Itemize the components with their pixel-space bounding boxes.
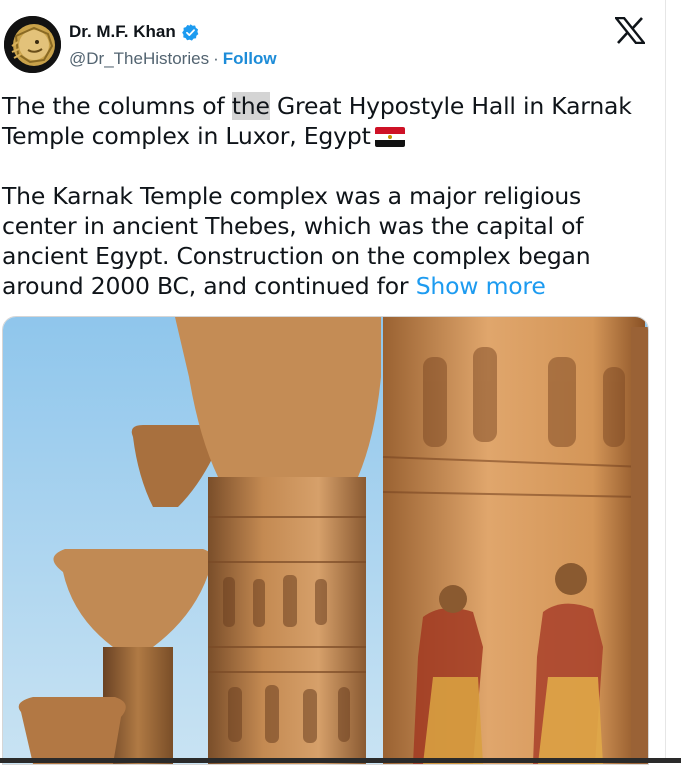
highlighted-word: the xyxy=(231,92,270,120)
lion-icon xyxy=(4,16,61,73)
tweet-paragraph-1: The the columns of the Great Hypostyle H… xyxy=(2,91,642,151)
author-name-row: Dr. M.F. Khan xyxy=(69,22,200,42)
tweet-paragraph-2: The Karnak Temple complex was a major re… xyxy=(2,181,642,301)
show-more-link[interactable]: Show more xyxy=(416,272,546,300)
egypt-flag-icon xyxy=(374,127,405,147)
verified-badge-icon xyxy=(181,23,200,42)
author-avatar[interactable] xyxy=(4,16,61,73)
author-display-name[interactable]: Dr. M.F. Khan xyxy=(69,22,176,42)
handle-separator: · xyxy=(213,49,219,68)
x-logo-icon[interactable] xyxy=(615,17,645,44)
author-handle[interactable]: @Dr_TheHistories xyxy=(69,49,209,69)
tweet-media-photo[interactable] xyxy=(2,316,649,765)
tweet-text: The the columns of the Great Hypostyle H… xyxy=(2,91,642,301)
author-handle-row: @Dr_TheHistories · Follow xyxy=(69,49,277,69)
tweet-text-segment: The the columns of xyxy=(2,92,232,120)
karnak-columns-photo xyxy=(3,317,648,764)
card-right-border xyxy=(665,0,666,763)
bottom-edge-bar xyxy=(0,758,681,763)
follow-button[interactable]: Follow xyxy=(223,49,277,69)
